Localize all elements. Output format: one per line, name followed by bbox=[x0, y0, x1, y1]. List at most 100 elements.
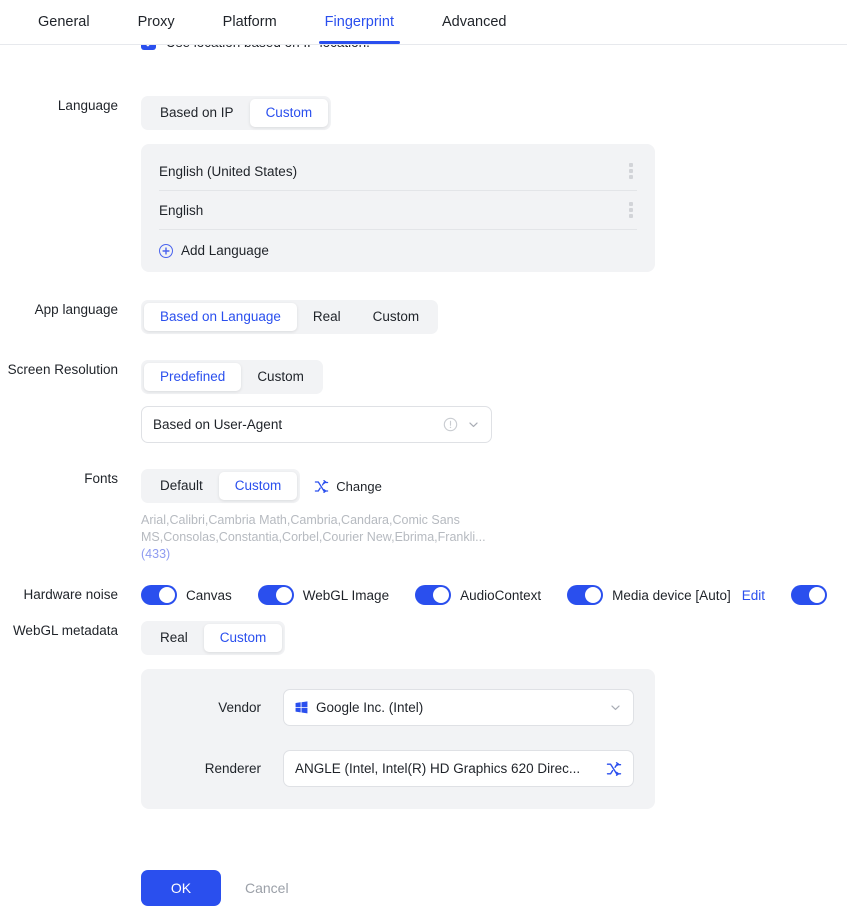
toggle-audiocontext[interactable] bbox=[415, 585, 452, 605]
screen-resolution-value: Based on User-Agent bbox=[153, 417, 283, 432]
tab-platform[interactable]: Platform bbox=[199, 0, 301, 44]
use-ip-location-checkbox[interactable] bbox=[141, 45, 156, 50]
toggle-canvas-wrap: Canvas bbox=[141, 585, 232, 605]
app-language-row: App language Based on Language Real Cust… bbox=[0, 300, 847, 334]
fonts-row: Fonts Default Custom Change Arial,Calibr… bbox=[0, 469, 847, 563]
language-mode-based-on-ip[interactable]: Based on IP bbox=[144, 99, 250, 127]
app-language-segmented: Based on Language Real Custom bbox=[141, 300, 439, 334]
toggle-webgl-image-label: WebGL Image bbox=[302, 587, 390, 603]
toggle-media-device-wrap: Media device [Auto] Edit bbox=[567, 585, 765, 605]
tab-label: Advanced bbox=[441, 14, 507, 30]
hardware-noise-row: Hardware noise Canvas WebGL Image AudioC… bbox=[0, 585, 847, 605]
fonts-list-text: Arial,Calibri,Cambria Math,Cambria,Canda… bbox=[141, 513, 486, 544]
hardware-noise-field: Canvas WebGL Image AudioContext Media de… bbox=[141, 585, 847, 605]
toggle-canvas[interactable] bbox=[141, 585, 177, 605]
windows-logo-icon bbox=[295, 701, 308, 714]
drag-handle-icon[interactable] bbox=[629, 202, 637, 218]
fonts-field: Default Custom Change Arial,Calibri,Camb… bbox=[141, 469, 847, 563]
media-device-edit-link[interactable]: Edit bbox=[742, 588, 765, 603]
tab-proxy[interactable]: Proxy bbox=[114, 0, 199, 44]
screen-resolution-custom[interactable]: Custom bbox=[241, 363, 320, 391]
language-field: Based on IP Custom English (United State… bbox=[141, 96, 847, 272]
shuffle-icon bbox=[314, 479, 329, 494]
drag-handle-icon[interactable] bbox=[629, 163, 637, 179]
toggle-webgl-image[interactable] bbox=[257, 585, 294, 605]
webgl-metadata-field: Real Custom Vendor Google Inc. (Intel) R… bbox=[141, 621, 847, 809]
fonts-count: (433) bbox=[141, 547, 171, 561]
tab-label: Fingerprint bbox=[324, 14, 394, 30]
renderer-input[interactable]: ANGLE (Intel, Intel(R) HD Graphics 620 D… bbox=[283, 750, 634, 787]
settings-scroll-area[interactable]: Use location based on IP location. Langu… bbox=[0, 45, 847, 859]
webgl-metadata-segmented: Real Custom bbox=[141, 621, 286, 655]
tab-advanced[interactable]: Advanced bbox=[418, 0, 531, 44]
toggle-overflow-clipped[interactable] bbox=[790, 585, 827, 605]
language-item-label: English bbox=[159, 202, 204, 218]
renderer-label: Renderer bbox=[204, 761, 261, 776]
fonts-label: Fonts bbox=[84, 471, 118, 486]
vendor-value: Google Inc. (Intel) bbox=[316, 700, 424, 715]
tab-label: General bbox=[38, 14, 90, 30]
warning-circle-icon bbox=[443, 417, 458, 432]
settings-tabbar: General Proxy Platform Fingerprint Advan… bbox=[0, 0, 847, 45]
vendor-select[interactable]: Google Inc. (Intel) bbox=[283, 689, 634, 726]
fonts-custom[interactable]: Custom bbox=[218, 472, 298, 500]
toggle-webgl-image-wrap: WebGL Image bbox=[257, 585, 390, 605]
toggle-audiocontext-wrap: AudioContext bbox=[415, 585, 541, 605]
webgl-metadata-real[interactable]: Real bbox=[144, 624, 204, 652]
fonts-segmented: Default Custom bbox=[141, 469, 301, 503]
app-language-label: App language bbox=[34, 302, 118, 317]
use-ip-location-row: Use location based on IP location. bbox=[0, 45, 847, 61]
language-mode-segmented: Based on IP Custom bbox=[141, 96, 332, 130]
screen-resolution-segmented: Predefined Custom bbox=[141, 360, 323, 394]
hardware-noise-label: Hardware noise bbox=[23, 587, 118, 602]
fonts-default[interactable]: Default bbox=[144, 472, 219, 500]
tab-general[interactable]: General bbox=[14, 0, 114, 44]
app-language-based-on-language[interactable]: Based on Language bbox=[144, 303, 297, 331]
language-mode-custom[interactable]: Custom bbox=[249, 99, 329, 127]
app-language-custom[interactable]: Custom bbox=[357, 303, 436, 331]
screen-resolution-field: Predefined Custom Based on User-Agent bbox=[141, 360, 847, 443]
fonts-change-button[interactable]: Change bbox=[314, 479, 382, 494]
toggle-media-device[interactable] bbox=[567, 585, 604, 605]
language-label: Language bbox=[57, 98, 118, 113]
fonts-change-label: Change bbox=[336, 478, 382, 494]
app-language-real[interactable]: Real bbox=[297, 303, 357, 331]
screen-resolution-row: Screen Resolution Predefined Custom Base… bbox=[0, 360, 847, 443]
add-language-button[interactable]: Add Language bbox=[159, 243, 637, 258]
tab-fingerprint[interactable]: Fingerprint bbox=[301, 0, 418, 44]
toggle-canvas-label: Canvas bbox=[186, 587, 232, 603]
use-ip-location-label: Use location based on IP location. bbox=[166, 45, 370, 50]
renderer-value: ANGLE (Intel, Intel(R) HD Graphics 620 D… bbox=[295, 761, 581, 776]
screen-resolution-predefined[interactable]: Predefined bbox=[144, 363, 242, 391]
fingerprint-settings-dialog: General Proxy Platform Fingerprint Advan… bbox=[0, 0, 847, 917]
language-list-item[interactable]: English (United States) bbox=[159, 152, 637, 191]
renderer-row: Renderer ANGLE (Intel, Intel(R) HD Graph… bbox=[141, 750, 655, 787]
toggle-overflow-wrap bbox=[790, 585, 827, 605]
language-list-item[interactable]: English bbox=[159, 191, 637, 230]
plus-circle-icon bbox=[159, 243, 173, 258]
screen-resolution-select[interactable]: Based on User-Agent bbox=[141, 406, 492, 443]
toggle-audiocontext-label: AudioContext bbox=[460, 587, 542, 603]
toggle-media-device-label: Media device [Auto] bbox=[612, 587, 731, 603]
shuffle-icon[interactable] bbox=[606, 761, 622, 777]
screen-resolution-label: Screen Resolution bbox=[7, 362, 118, 377]
ok-button[interactable]: OK bbox=[141, 870, 221, 906]
webgl-metadata-label: WebGL metadata bbox=[12, 623, 118, 638]
add-language-label: Add Language bbox=[181, 243, 269, 258]
language-item-label: English (United States) bbox=[159, 163, 298, 179]
chevron-down-icon[interactable] bbox=[467, 418, 480, 431]
language-row: Language Based on IP Custom English (Uni… bbox=[0, 96, 847, 272]
chevron-down-icon[interactable] bbox=[609, 701, 622, 714]
dialog-footer: OK Cancel bbox=[0, 859, 847, 917]
fonts-list-preview: Arial,Calibri,Cambria Math,Cambria,Canda… bbox=[141, 512, 493, 563]
vendor-row: Vendor Google Inc. (Intel) bbox=[141, 689, 655, 726]
vendor-label: Vendor bbox=[218, 700, 261, 715]
language-list-card: English (United States) English Add Lang… bbox=[141, 144, 655, 272]
webgl-metadata-card: Vendor Google Inc. (Intel) Renderer ANGL… bbox=[141, 669, 655, 809]
tab-label: Platform bbox=[222, 14, 277, 30]
webgl-metadata-custom[interactable]: Custom bbox=[203, 624, 283, 652]
app-language-field: Based on Language Real Custom bbox=[141, 300, 847, 334]
webgl-metadata-row: WebGL metadata Real Custom Vendor Google… bbox=[0, 621, 847, 809]
tab-label: Proxy bbox=[137, 14, 175, 30]
cancel-button[interactable]: Cancel bbox=[231, 870, 303, 906]
